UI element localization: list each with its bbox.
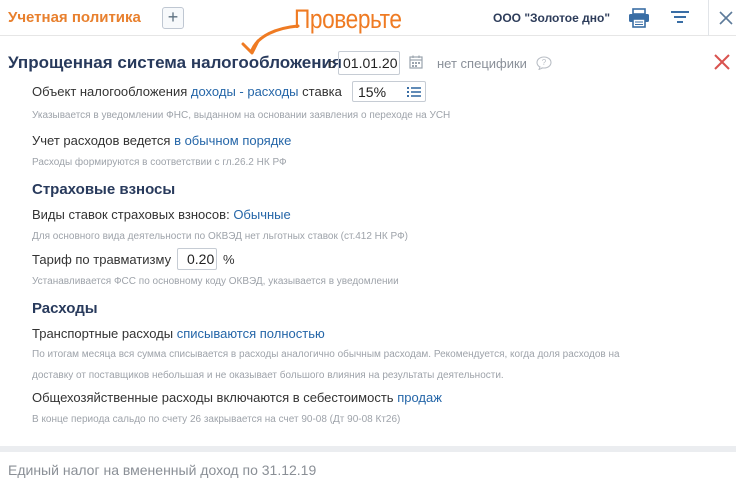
tax-rate-field[interactable]: 15% [352,81,426,102]
transport-expenses-link[interactable]: списываются полностью [177,326,325,341]
transport-expenses-row: Транспортные расходы списываются полност… [32,326,325,341]
divider [708,0,709,36]
insurance-rates-hint: Для основного вида деятельности по ОКВЭД… [32,231,408,242]
general-expenses-row: Общехозяйственные расходы включаются в с… [32,390,442,405]
start-date-input[interactable]: 01.01.20 [338,51,400,75]
calendar-icon[interactable] [409,55,423,69]
annotation-arrow-icon [241,24,300,55]
expense-accounting-hint: Расходы формируются в соответствии с гл.… [32,157,287,168]
transport-expenses-hint-2: доставку от поставщиков небольшая и не о… [32,370,504,381]
annotation-text: Проверьте [294,4,402,34]
list-icon[interactable] [407,86,421,98]
tax-object-label: Объект налогообложения [32,84,188,99]
expenses-heading: Расходы [32,300,98,317]
no-specifics-label[interactable]: нет специфики [437,56,527,71]
tax-object-link[interactable]: доходы - расходы [191,84,299,99]
insurance-heading: Страховые взносы [32,181,176,198]
section-divider [0,446,736,452]
next-section-title[interactable]: Единый налог на вмененный доход по 31.12… [8,462,316,478]
close-icon[interactable] [716,8,736,28]
tax-rate-value: 15% [358,84,387,100]
svg-text:?: ? [542,58,547,67]
list-filter-icon[interactable] [670,9,690,27]
insurance-rates-link[interactable]: Обычные [233,207,290,222]
insurance-rates-row: Виды ставок страховых взносов: Обычные [32,207,291,222]
expense-accounting-row: Учет расходов ведется в обычном порядке [32,133,291,148]
insurance-rates-label: Виды ставок страховых взносов: [32,207,230,222]
general-expenses-label: Общехозяйственные расходы включаются в с… [32,390,394,405]
add-button[interactable]: + [162,7,184,29]
printer-icon[interactable] [628,8,650,28]
delete-icon[interactable] [712,52,732,72]
since-label: с [328,56,335,71]
general-expenses-link[interactable]: продаж [397,390,442,405]
page-title: Учетная политика [8,9,141,26]
tax-object-hint: Указывается в уведомлении ФНС, выданном … [32,110,451,121]
help-icon[interactable]: ? [536,56,552,70]
rate-label: ставка [302,84,342,99]
expense-accounting-link[interactable]: в обычном порядке [174,133,291,148]
expense-accounting-label: Учет расходов ведется [32,133,171,148]
organization-selector[interactable]: ООО "Золотое дно" [493,11,610,25]
percent-sign: % [223,252,235,267]
transport-expenses-hint-1: По итогам месяца вся сумма списывается в… [32,349,620,360]
transport-expenses-label: Транспортные расходы [32,326,174,341]
tax-object-row: Объект налогообложения доходы - расходы … [32,84,342,99]
injury-tariff-hint: Устанавливается ФСС по основному коду ОК… [32,276,399,287]
section-title: Упрощенная система налогообложения [8,53,342,72]
injury-tariff-input[interactable]: 0.20 [177,248,217,270]
injury-tariff-label: Тариф по травматизму [32,252,172,267]
general-expenses-hint: В конце периода сальдо по счету 26 закры… [32,414,401,425]
